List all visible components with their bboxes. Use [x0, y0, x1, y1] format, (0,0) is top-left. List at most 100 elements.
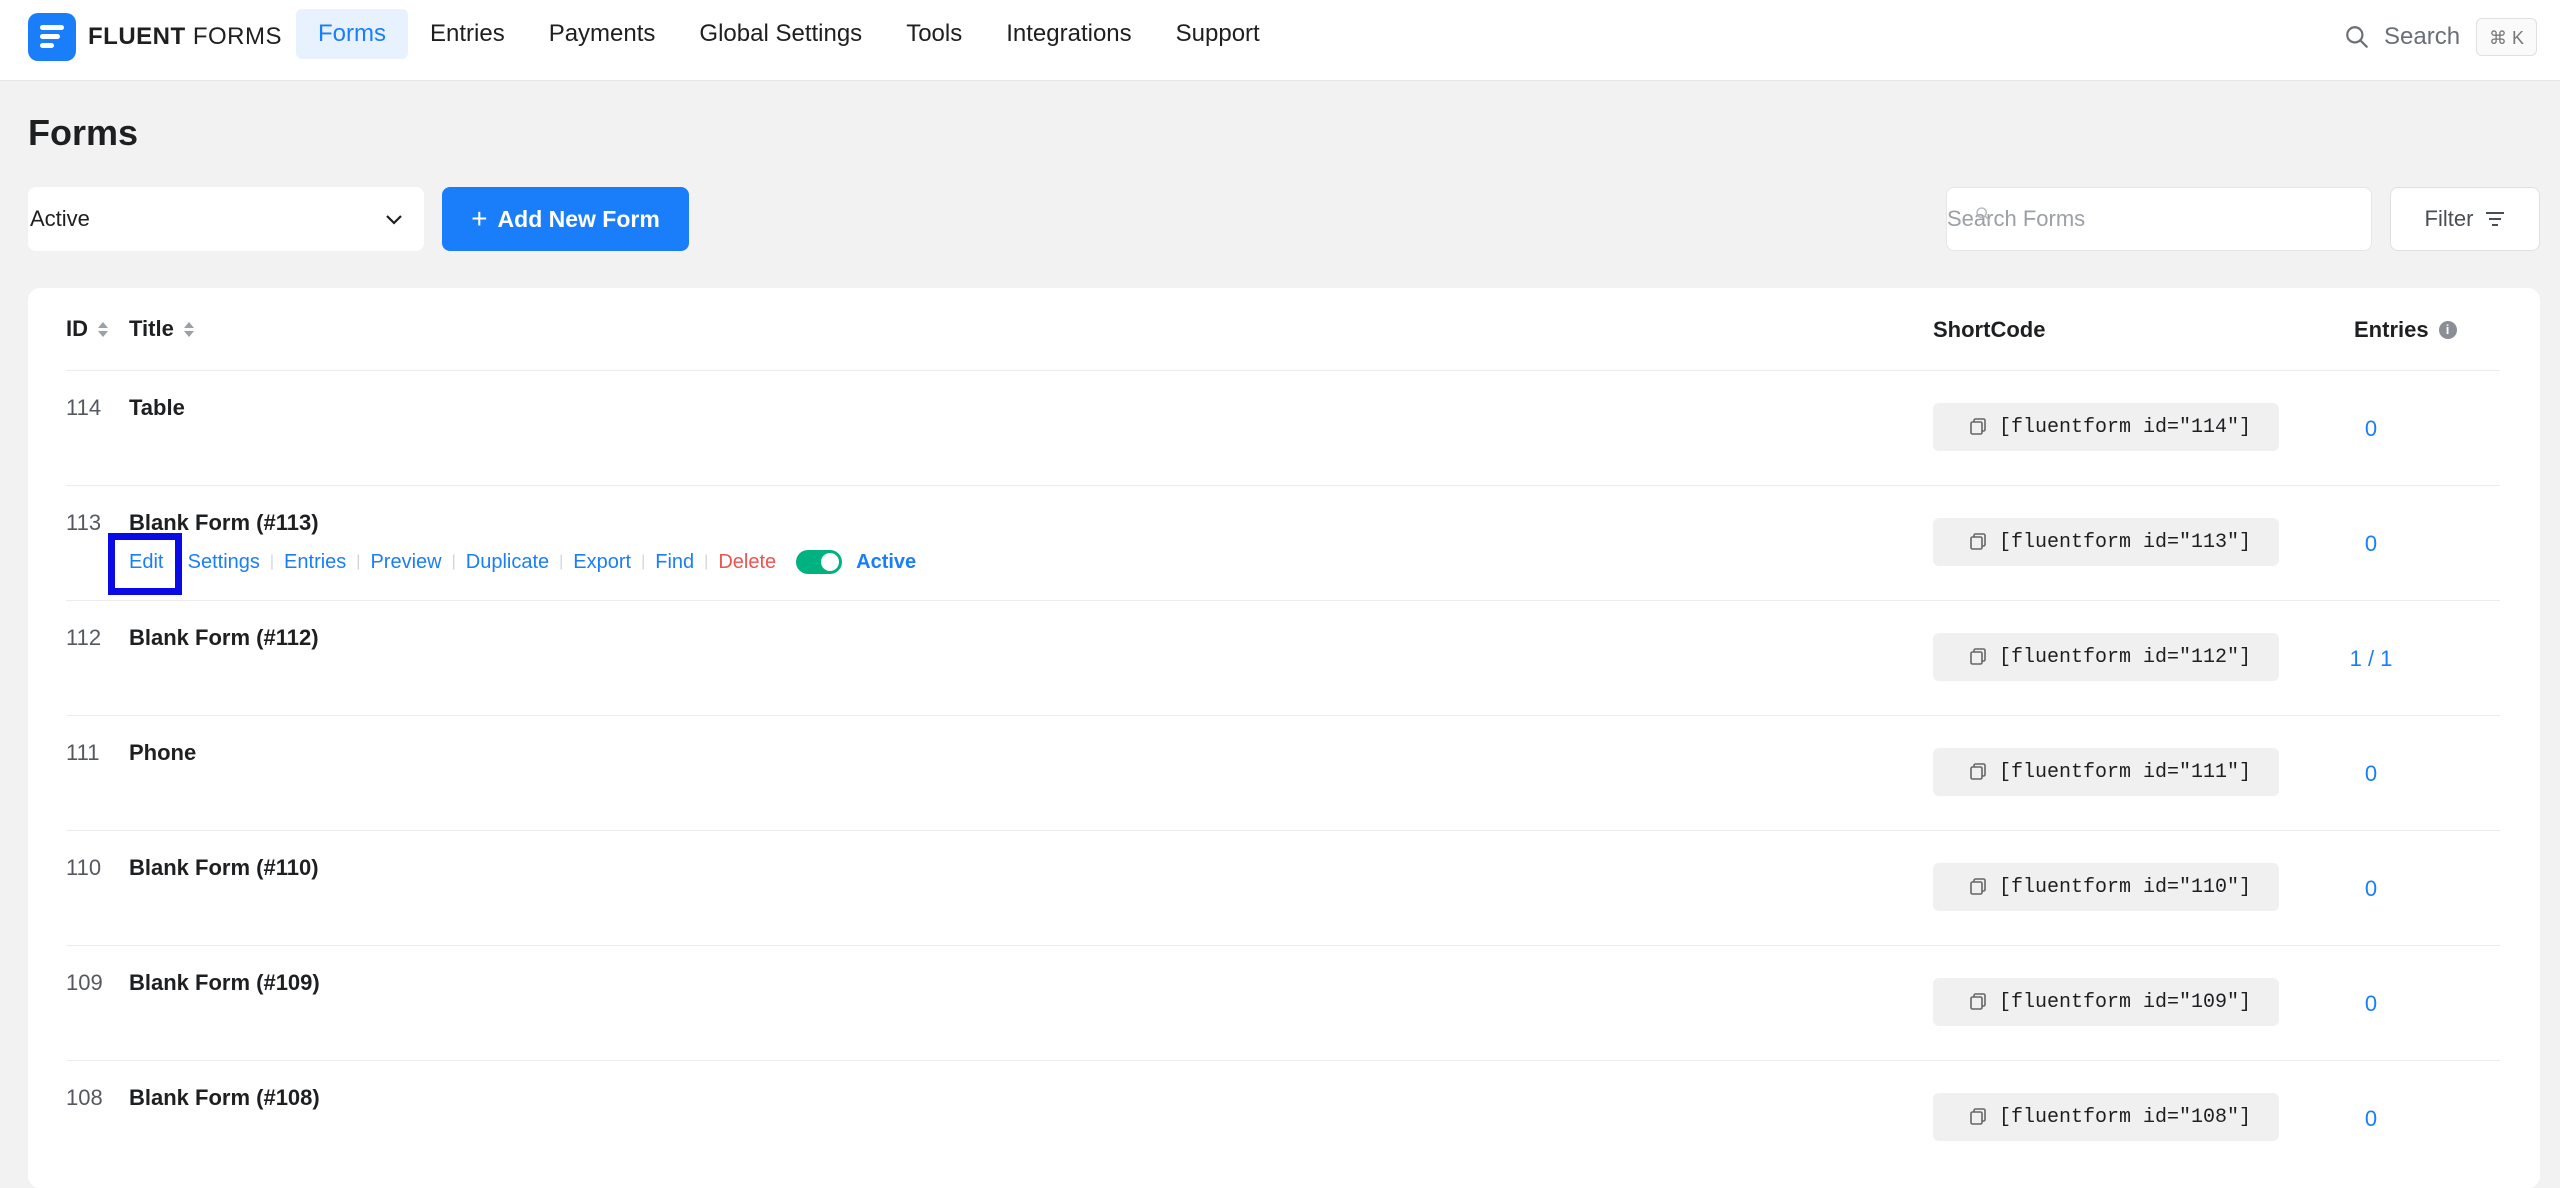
top-navigation-bar: FLUENT FORMS Forms Entries Payments Glob…: [0, 0, 2560, 81]
nav-item-forms[interactable]: Forms: [296, 9, 408, 59]
table-row: 113 Blank Form (#113) Edit | Settings | …: [66, 486, 2500, 601]
plus-icon: +: [471, 203, 488, 234]
chevron-down-icon: [386, 215, 402, 225]
table-row: 110 Blank Form (#110) [fluentform id="11…: [66, 831, 2500, 946]
table-header: ID Title ShortCode Entries i: [66, 288, 2500, 371]
nav-item-global-settings[interactable]: Global Settings: [677, 9, 884, 59]
shortcode-copy-button[interactable]: [fluentform id="114"]: [1933, 403, 2279, 451]
nav-item-support[interactable]: Support: [1154, 9, 1282, 59]
nav-item-entries[interactable]: Entries: [408, 9, 527, 59]
form-title[interactable]: Table: [129, 395, 185, 421]
status-filter-value: Active: [30, 206, 90, 231]
entries-count-link[interactable]: 1 / 1: [2306, 646, 2436, 672]
duplicate-link[interactable]: Duplicate: [466, 551, 549, 574]
separator: |: [641, 553, 646, 570]
separator: |: [704, 553, 709, 570]
separator: |: [356, 553, 361, 570]
main-nav: Forms Entries Payments Global Settings T…: [296, 9, 1282, 59]
info-icon[interactable]: i: [2438, 321, 2457, 339]
entries-count-link[interactable]: 0: [2306, 991, 2436, 1017]
search-icon: [1976, 207, 1990, 221]
sort-icon: [98, 321, 108, 337]
shortcode-copy-button[interactable]: [fluentform id="108"]: [1933, 1093, 2279, 1141]
table-row: 108 Blank Form (#108) [fluentform id="10…: [66, 1061, 2500, 1176]
brand-logo[interactable]: FLUENT FORMS: [28, 13, 282, 61]
form-title[interactable]: Blank Form (#112): [129, 625, 319, 651]
form-id: 113: [66, 510, 102, 535]
add-new-form-label: Add New Form: [497, 205, 660, 232]
sort-icon: [183, 321, 194, 337]
global-search-button[interactable]: Search ⌘ K: [2344, 18, 2538, 56]
column-header-id[interactable]: ID: [66, 316, 108, 342]
form-id: 112: [66, 625, 102, 650]
shortcode-copy-button[interactable]: [fluentform id="113"]: [1933, 518, 2279, 566]
copy-icon: [1970, 533, 1986, 550]
search-forms-input[interactable]: [1947, 188, 2371, 250]
status-filter-select[interactable]: Active: [28, 187, 424, 251]
column-header-entries: Entries i: [2354, 317, 2457, 343]
form-id: 109: [66, 970, 103, 995]
page-title: Forms: [28, 112, 139, 153]
form-id: 110: [66, 855, 102, 880]
shortcode-copy-button[interactable]: [fluentform id="110"]: [1933, 863, 2279, 911]
shortcode-copy-button[interactable]: [fluentform id="112"]: [1933, 633, 2279, 681]
forms-table-card: ID Title ShortCode Entries i 114 Table […: [28, 288, 2540, 1188]
shortcode-text: [fluentform id="114"]: [1999, 415, 2252, 439]
table-row: 109 Blank Form (#109) [fluentform id="10…: [66, 946, 2500, 1061]
form-status-label: Active: [856, 550, 917, 573]
form-title[interactable]: Phone: [129, 740, 196, 766]
entries-count-link[interactable]: 0: [2306, 876, 2436, 902]
edit-link-highlight: [108, 533, 182, 595]
copy-icon: [1970, 418, 1986, 435]
entries-count-link[interactable]: 0: [2306, 1106, 2436, 1132]
separator: |: [269, 553, 275, 570]
entries-count-link[interactable]: 0: [2306, 531, 2436, 557]
column-header-shortcode: ShortCode: [1933, 317, 2046, 342]
entries-link[interactable]: Entries: [284, 551, 346, 574]
search-label: Search: [2384, 23, 2461, 50]
copy-icon: [1970, 878, 1986, 895]
delete-link[interactable]: Delete: [718, 551, 776, 574]
copy-icon: [1970, 648, 1986, 665]
copy-icon: [1970, 993, 1986, 1010]
table-row: 111 Phone [fluentform id="111"] 0: [66, 716, 2500, 831]
form-title[interactable]: Blank Form (#108): [129, 1085, 320, 1111]
shortcode-text: [fluentform id="108"]: [1999, 1105, 2252, 1129]
form-title[interactable]: Blank Form (#110): [129, 855, 319, 881]
separator: |: [559, 553, 564, 570]
export-link[interactable]: Export: [573, 551, 631, 574]
nav-item-integrations[interactable]: Integrations: [984, 9, 1153, 59]
entries-count-link[interactable]: 0: [2306, 761, 2436, 787]
form-id: 108: [66, 1085, 103, 1110]
nav-item-payments[interactable]: Payments: [527, 9, 678, 59]
entries-count-link[interactable]: 0: [2306, 416, 2436, 442]
form-id: 114: [66, 395, 102, 420]
shortcode-copy-button[interactable]: [fluentform id="111"]: [1933, 748, 2279, 796]
shortcode-text: [fluentform id="112"]: [1999, 645, 2252, 669]
form-id: 111: [66, 740, 100, 765]
separator: |: [451, 553, 456, 570]
filter-lines-icon: [2486, 212, 2505, 226]
shortcode-text: [fluentform id="110"]: [1999, 875, 2252, 899]
search-icon: [2346, 26, 2368, 48]
shortcode-text: [fluentform id="109"]: [1999, 990, 2252, 1014]
filter-button[interactable]: Filter: [2390, 187, 2540, 251]
form-status-toggle[interactable]: [796, 550, 843, 574]
search-forms-field[interactable]: [1946, 187, 2372, 251]
add-new-form-button[interactable]: + Add New Form: [442, 187, 689, 251]
form-title[interactable]: Blank Form (#109): [129, 970, 320, 996]
filter-label: Filter: [2424, 206, 2474, 231]
shortcode-text: [fluentform id="111"]: [1999, 760, 2252, 784]
shortcode-copy-button[interactable]: [fluentform id="109"]: [1933, 978, 2279, 1026]
column-header-title[interactable]: Title: [129, 316, 194, 342]
find-link[interactable]: Find: [655, 551, 694, 574]
preview-link[interactable]: Preview: [370, 551, 441, 574]
table-row: 114 Table [fluentform id="114"] 0: [66, 371, 2500, 486]
copy-icon: [1970, 763, 1986, 780]
shortcode-text: [fluentform id="113"]: [1999, 530, 2252, 554]
row-actions: Edit | Settings | Entries | Preview | Du…: [129, 550, 916, 574]
table-row: 112 Blank Form (#112) [fluentform id="11…: [66, 601, 2500, 716]
brand-name: FLUENT FORMS: [88, 23, 282, 50]
nav-item-tools[interactable]: Tools: [884, 9, 984, 59]
settings-link[interactable]: Settings: [188, 551, 260, 574]
